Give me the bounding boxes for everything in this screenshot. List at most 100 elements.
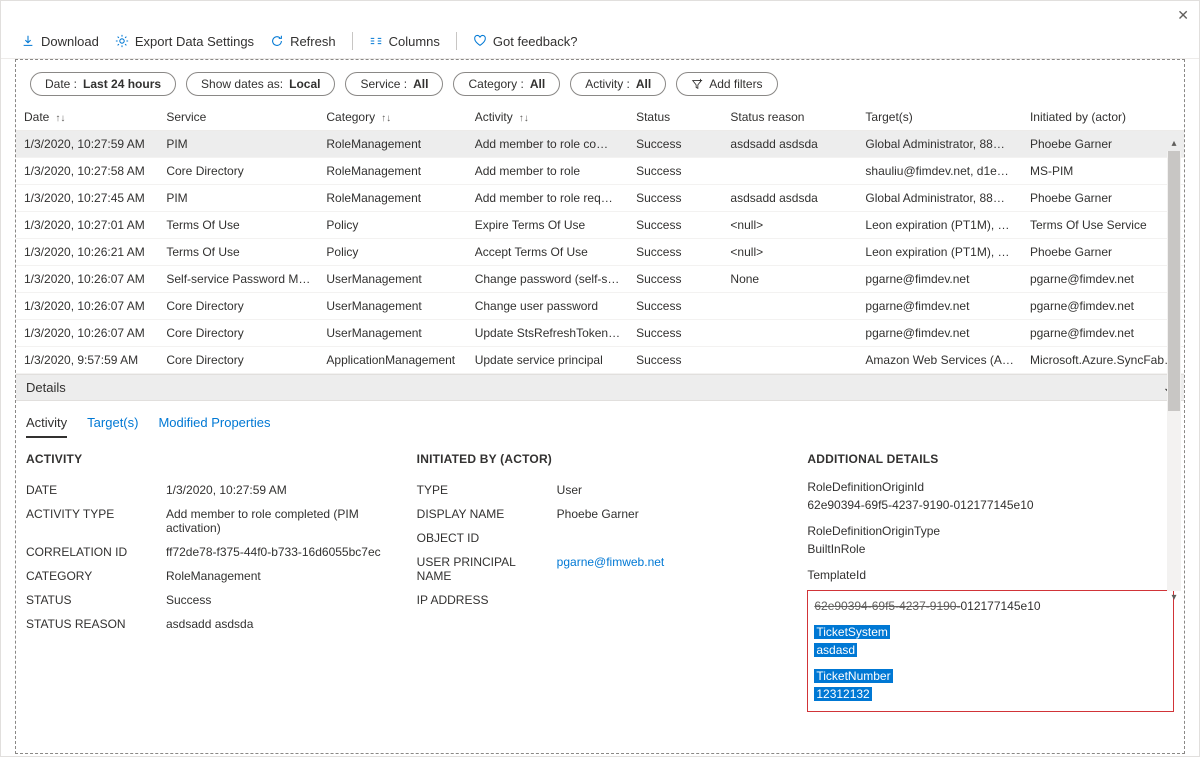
col-targets[interactable]: Target(s) — [857, 104, 1022, 131]
col-service[interactable]: Service — [158, 104, 318, 131]
refresh-button[interactable]: Refresh — [270, 34, 336, 49]
category-key: CATEGORY — [26, 569, 156, 583]
cell-reason: asdsadd asdsda — [722, 131, 857, 158]
cell-activity: Add member to role req… — [467, 185, 628, 212]
activity-type-key: ACTIVITY TYPE — [26, 507, 156, 535]
highlight-box: 62e90394-69f5-4237-9190-012177145e10 Tic… — [807, 590, 1174, 712]
scroll-up-icon[interactable]: ▴ — [1171, 137, 1176, 151]
cell-service: Terms Of Use — [158, 212, 318, 239]
download-label: Download — [41, 34, 99, 49]
upn-value[interactable]: pgarne@fimweb.net — [557, 555, 665, 583]
cell-date: 1/3/2020, 10:26:21 AM — [16, 239, 158, 266]
cell-reason: <null> — [722, 239, 857, 266]
cell-service: Core Directory — [158, 347, 318, 374]
col-initiated-by[interactable]: Initiated by (actor) — [1022, 104, 1184, 131]
table-row[interactable]: 1/3/2020, 10:27:01 AMTerms Of UsePolicyE… — [16, 212, 1184, 239]
cell-actor: pgarne@fimdev.net — [1022, 293, 1184, 320]
ad-val-2: BuiltInRole — [807, 540, 1174, 558]
col-date[interactable]: Date↑↓ — [16, 104, 158, 131]
table-row[interactable]: 1/3/2020, 10:27:45 AMPIMRoleManagementAd… — [16, 185, 1184, 212]
cell-activity: Add member to role co… — [467, 131, 628, 158]
cell-date: 1/3/2020, 10:27:58 AM — [16, 158, 158, 185]
additional-details-heading: ADDITIONAL DETAILS — [807, 452, 1174, 466]
filter-activity[interactable]: Activity : All — [570, 72, 666, 96]
audit-logs-panel: ✕ Download Export Data Settings Refresh … — [0, 0, 1200, 757]
filter-category[interactable]: Category : All — [453, 72, 560, 96]
cell-category: RoleManagement — [318, 158, 466, 185]
export-settings-button[interactable]: Export Data Settings — [115, 34, 254, 49]
add-filters-button[interactable]: Add filters — [676, 72, 777, 96]
col-activity[interactable]: Activity↑↓ — [467, 104, 628, 131]
separator — [456, 32, 457, 50]
cell-status: Success — [628, 239, 722, 266]
scroll-thumb[interactable] — [1168, 151, 1180, 411]
table-row[interactable]: 1/3/2020, 9:57:59 AMCore DirectoryApplic… — [16, 347, 1184, 374]
table-row[interactable]: 1/3/2020, 10:27:58 AMCore DirectoryRoleM… — [16, 158, 1184, 185]
table-row[interactable]: 1/3/2020, 10:27:59 AMPIMRoleManagementAd… — [16, 131, 1184, 158]
activity-heading: ACTIVITY — [26, 452, 393, 466]
ticket-system-key: TicketSystem — [814, 625, 890, 639]
col-status-reason[interactable]: Status reason — [722, 104, 857, 131]
date-value: 1/3/2020, 10:27:59 AM — [166, 483, 287, 497]
initiated-by-heading: INITIATED BY (ACTOR) — [417, 452, 784, 466]
table-row[interactable]: 1/3/2020, 10:26:07 AMSelf-service Passwo… — [16, 266, 1184, 293]
cell-date: 1/3/2020, 9:57:59 AM — [16, 347, 158, 374]
cell-activity: Expire Terms Of Use — [467, 212, 628, 239]
filters-row: Date : Last 24 hours Show dates as: Loca… — [16, 60, 1184, 104]
cell-service: Core Directory — [158, 320, 318, 347]
filter-date[interactable]: Date : Last 24 hours — [30, 72, 176, 96]
cell-targets: pgarne@fimdev.net — [857, 266, 1022, 293]
col-category[interactable]: Category↑↓ — [318, 104, 466, 131]
detail-content: ACTIVITY DATE1/3/2020, 10:27:59 AM ACTIV… — [16, 438, 1184, 726]
ad-val-3-post: 012177145e10 — [960, 599, 1040, 613]
cell-reason: None — [722, 266, 857, 293]
cell-targets: Leon expiration (PT1M), … — [857, 239, 1022, 266]
feedback-button[interactable]: Got feedback? — [473, 34, 578, 49]
refresh-label: Refresh — [290, 34, 336, 49]
close-icon[interactable]: ✕ — [1177, 7, 1189, 24]
filter-show-dates[interactable]: Show dates as: Local — [186, 72, 335, 96]
filter-service[interactable]: Service : All — [345, 72, 443, 96]
sort-icon: ↑↓ — [381, 113, 391, 124]
refresh-icon — [270, 34, 284, 48]
cell-date: 1/3/2020, 10:26:07 AM — [16, 293, 158, 320]
col-status[interactable]: Status — [628, 104, 722, 131]
cell-status: Success — [628, 266, 722, 293]
status-reason-key: STATUS REASON — [26, 617, 156, 631]
cell-targets: shauliu@fimdev.net, d1e… — [857, 158, 1022, 185]
ticket-system-value: asdasd — [814, 643, 857, 657]
details-toggle[interactable]: Details ⌄ — [16, 374, 1184, 401]
table-row[interactable]: 1/3/2020, 10:26:07 AMCore DirectoryUserM… — [16, 293, 1184, 320]
tab-activity[interactable]: Activity — [26, 415, 67, 438]
category-value: RoleManagement — [166, 569, 261, 583]
tab-targets[interactable]: Target(s) — [87, 415, 138, 438]
cell-reason — [722, 320, 857, 347]
columns-button[interactable]: Columns — [369, 34, 440, 49]
cell-service: Self-service Password M… — [158, 266, 318, 293]
cell-service: Core Directory — [158, 293, 318, 320]
ad-val-1: 62e90394-69f5-4237-9190-012177145e10 — [807, 496, 1174, 514]
cell-reason — [722, 158, 857, 185]
export-label: Export Data Settings — [135, 34, 254, 49]
sort-icon: ↑↓ — [55, 113, 65, 124]
table-row[interactable]: 1/3/2020, 10:26:21 AMTerms Of UsePolicyA… — [16, 239, 1184, 266]
ticket-number-value: 12312132 — [814, 687, 871, 701]
tab-modified-properties[interactable]: Modified Properties — [158, 415, 270, 438]
table-row[interactable]: 1/3/2020, 10:26:07 AMCore DirectoryUserM… — [16, 320, 1184, 347]
cell-date: 1/3/2020, 10:26:07 AM — [16, 266, 158, 293]
cell-date: 1/3/2020, 10:27:45 AM — [16, 185, 158, 212]
cell-targets: pgarne@fimdev.net — [857, 320, 1022, 347]
cell-status: Success — [628, 320, 722, 347]
type-value: User — [557, 483, 582, 497]
status-value: Success — [166, 593, 211, 607]
vertical-scrollbar[interactable]: ▴ ▾ — [1167, 137, 1181, 605]
display-name-key: DISPLAY NAME — [417, 507, 547, 521]
cell-targets: Global Administrator, 88… — [857, 185, 1022, 212]
cell-category: UserManagement — [318, 293, 466, 320]
scroll-down-icon[interactable]: ▾ — [1171, 591, 1176, 605]
cell-actor: Phoebe Garner — [1022, 131, 1184, 158]
scroll-track[interactable] — [1167, 151, 1181, 591]
download-button[interactable]: Download — [21, 34, 99, 49]
columns-label: Columns — [389, 34, 440, 49]
cell-status: Success — [628, 131, 722, 158]
